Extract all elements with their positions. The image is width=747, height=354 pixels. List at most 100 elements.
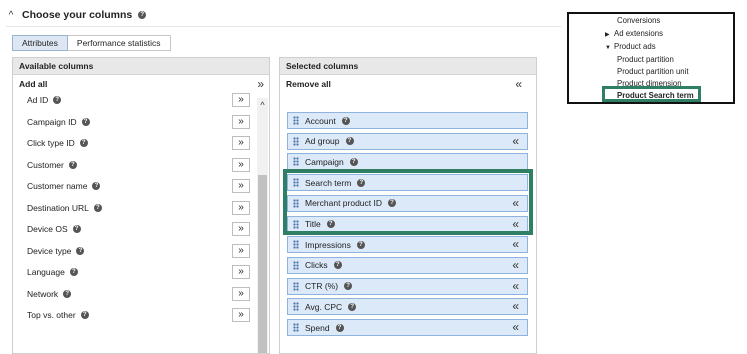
help-icon[interactable]: ? <box>68 160 77 169</box>
drag-handle-icon[interactable] <box>293 281 299 291</box>
tree-item[interactable]: Product partition <box>617 55 674 64</box>
add-column-button[interactable]: » <box>232 93 250 107</box>
add-column-button[interactable]: » <box>232 136 250 150</box>
remove-column-button[interactable]: « <box>512 321 519 334</box>
selected-column-item[interactable]: CTR (%)? « <box>287 277 528 295</box>
remove-column-button[interactable]: « <box>512 134 519 148</box>
selected-column-item[interactable]: Impressions? « <box>287 236 528 254</box>
selected-column-item[interactable]: Account? <box>287 112 528 129</box>
add-column-button[interactable]: » <box>232 265 250 279</box>
column-label: Network <box>27 288 59 299</box>
add-all-label[interactable]: Add all <box>19 79 47 89</box>
add-column-button[interactable]: » <box>232 114 250 129</box>
add-column-button[interactable]: » <box>232 179 250 193</box>
help-icon[interactable]: ? <box>93 203 102 212</box>
available-column-item[interactable]: Campaign ID? » <box>13 112 258 132</box>
drag-handle-icon[interactable] <box>293 136 299 146</box>
column-label: Device OS <box>27 224 68 234</box>
section-title: Choose your columns <box>22 9 133 21</box>
tree-item-label: Conversions <box>617 16 661 25</box>
add-column-button[interactable]: » <box>232 222 250 236</box>
drag-handle-icon[interactable] <box>293 302 299 312</box>
available-column-item[interactable]: Network? » <box>13 284 258 304</box>
remove-column-button[interactable]: « <box>512 258 519 272</box>
tab-attributes[interactable]: Attributes <box>12 35 68 51</box>
column-label: Impressions <box>305 239 351 250</box>
help-icon[interactable]: ? <box>72 225 81 233</box>
column-label: Language <box>27 267 65 277</box>
available-column-item[interactable]: Customer name? » <box>13 176 258 196</box>
available-column-item[interactable]: Device OS? » <box>13 219 258 239</box>
help-icon[interactable]: ? <box>81 117 90 126</box>
expanded-triangle-icon[interactable]: ▼ <box>605 45 614 51</box>
help-icon[interactable]: ? <box>63 289 72 298</box>
column-label: Click type ID <box>27 138 75 148</box>
tree-item[interactable]: ▼ Product ads <box>605 42 656 51</box>
remove-all-label[interactable]: Remove all <box>286 79 331 89</box>
section-header[interactable]: ^ Choose your columns ? <box>6 8 147 22</box>
tree-item-label: Product ads <box>614 42 656 51</box>
available-column-item[interactable]: Click type ID? » <box>13 133 258 153</box>
help-icon[interactable]: ? <box>345 137 354 146</box>
add-all-button[interactable]: » <box>257 77 264 91</box>
collapse-icon[interactable]: ^ <box>6 10 16 21</box>
drag-handle-icon[interactable] <box>293 240 299 250</box>
help-icon[interactable]: ? <box>80 311 89 319</box>
add-column-button[interactable]: » <box>232 286 250 301</box>
column-label: Avg. CPC <box>305 301 343 312</box>
remove-column-button[interactable]: « <box>512 238 519 251</box>
remove-all-button[interactable]: « <box>515 77 522 91</box>
available-column-item[interactable]: Device type? » <box>13 241 258 261</box>
help-icon[interactable]: ? <box>356 240 365 249</box>
selected-column-item[interactable]: Spend? « <box>287 319 528 336</box>
add-column-button[interactable]: » <box>232 157 250 172</box>
selected-column-item[interactable]: Clicks? « <box>287 256 528 274</box>
selected-column-item[interactable]: Avg. CPC? « <box>287 298 528 316</box>
column-label: Spend <box>305 322 330 333</box>
add-column-button[interactable]: » <box>232 243 250 258</box>
column-label: Ad group <box>305 136 340 147</box>
help-icon[interactable]: ? <box>341 116 350 125</box>
help-icon[interactable]: ? <box>76 246 85 255</box>
help-icon[interactable]: ? <box>333 261 342 270</box>
help-icon[interactable]: ? <box>335 323 344 332</box>
available-column-item[interactable]: Ad ID? » <box>13 90 258 110</box>
column-label: Top vs. other <box>27 310 76 320</box>
column-label: Account <box>305 115 336 126</box>
help-icon[interactable]: ? <box>69 268 78 276</box>
available-column-item[interactable]: Destination URL? » <box>13 198 258 218</box>
help-icon[interactable]: ? <box>348 302 357 311</box>
tree-item[interactable]: Conversions <box>617 16 660 25</box>
scroll-up-icon[interactable]: ^ <box>257 100 268 110</box>
column-label: Clicks <box>305 260 328 271</box>
scrollbar-thumb[interactable] <box>258 175 267 353</box>
remove-column-button[interactable]: « <box>512 300 519 313</box>
tab-performance-statistics[interactable]: Performance statistics <box>67 35 171 51</box>
help-icon[interactable]: ? <box>53 96 62 104</box>
tree-item[interactable]: Product partition unit <box>617 67 689 76</box>
help-icon[interactable]: ? <box>344 282 353 291</box>
help-icon[interactable]: ? <box>92 182 101 190</box>
tree-item[interactable]: ▶ Ad extensions <box>605 29 663 38</box>
selected-column-item[interactable]: Ad group? « <box>287 132 528 150</box>
help-icon[interactable]: ? <box>349 157 358 166</box>
remove-column-button[interactable]: « <box>512 279 519 293</box>
scrollbar[interactable]: ^ <box>257 98 268 353</box>
available-column-item[interactable]: Customer? » <box>13 155 258 175</box>
selected-columns-header: Selected columns <box>280 58 536 75</box>
available-column-item[interactable]: Top vs. other? » <box>13 305 258 325</box>
column-label: Destination URL <box>27 202 89 213</box>
drag-handle-icon[interactable] <box>293 323 299 332</box>
add-column-button[interactable]: » <box>232 308 250 322</box>
collapsed-triangle-icon[interactable]: ▶ <box>605 31 614 38</box>
drag-handle-icon[interactable] <box>293 157 299 167</box>
inset-highlight-box <box>602 86 701 102</box>
available-column-item[interactable]: Language? » <box>13 262 258 282</box>
selected-column-item[interactable]: Campaign? <box>287 153 528 171</box>
help-icon[interactable]: ? <box>79 139 88 147</box>
help-icon[interactable]: ? <box>138 11 147 19</box>
drag-handle-icon[interactable] <box>293 116 299 125</box>
divider <box>6 26 561 27</box>
add-column-button[interactable]: » <box>232 200 250 215</box>
drag-handle-icon[interactable] <box>293 260 299 270</box>
